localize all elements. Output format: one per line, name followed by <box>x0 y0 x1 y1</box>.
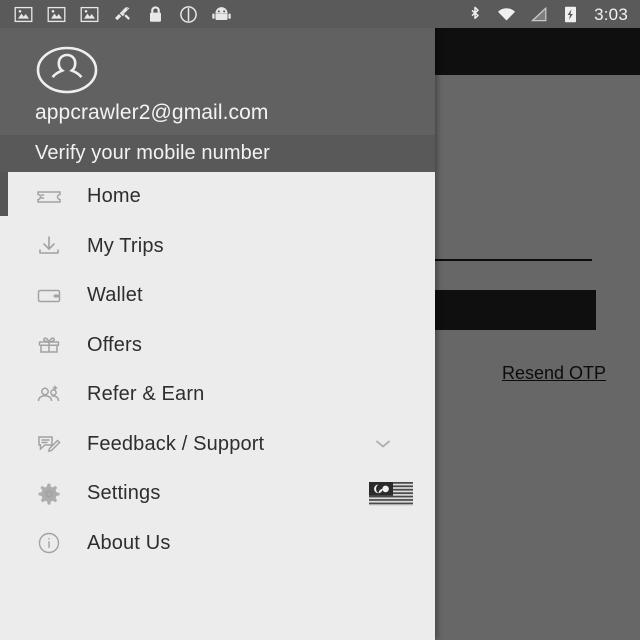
malaysia-flag-icon[interactable] <box>369 481 413 506</box>
sidebar-item-my-trips[interactable]: My Trips <box>0 222 435 272</box>
lock-icon <box>146 5 165 24</box>
sidebar-item-offers[interactable]: Offers <box>0 321 435 371</box>
bluetooth-icon <box>465 5 484 24</box>
sidebar-item-feedback-support[interactable]: Feedback / Support <box>0 420 435 470</box>
sidebar-item-label: Home <box>87 185 141 208</box>
android-screen: lidate OTP. Resend OTP ng time appcrawle… <box>0 0 640 640</box>
sidebar-item-label: About Us <box>87 531 171 554</box>
gift-icon <box>34 330 64 360</box>
sidebar-item-refer-and-earn[interactable]: Refer & Earn <box>0 370 435 420</box>
wifi-icon <box>497 5 516 24</box>
sidebar-item-label: Offers <box>87 333 142 356</box>
status-bar-clock: 3:03 <box>594 4 628 24</box>
sidebar-item-label: Settings <box>87 482 161 505</box>
status-bar-left-icons <box>0 5 465 24</box>
sidebar-item-wallet[interactable]: Wallet <box>0 271 435 321</box>
screenshot-icon <box>80 5 99 24</box>
sidebar-item-label: Wallet <box>87 284 143 307</box>
account-email-label: appcrawler2@gmail.com <box>35 101 269 124</box>
screenshot-icon <box>14 5 33 24</box>
gear-icon <box>34 479 64 509</box>
android-robot-icon <box>212 5 231 24</box>
sidebar-item-label: Refer & Earn <box>87 383 205 406</box>
sidebar-item-label: Feedback / Support <box>87 432 265 455</box>
battery-charging-icon <box>561 5 580 24</box>
download-icon <box>34 231 64 261</box>
no-signal-icon <box>529 5 548 24</box>
info-icon <box>34 528 64 558</box>
do-not-disturb-icon <box>179 5 198 24</box>
status-bar: 3:03 <box>0 0 640 28</box>
gps-satellite-icon <box>113 5 132 24</box>
sidebar-item-settings[interactable]: Settings <box>0 469 435 519</box>
drawer-scrollbar-thumb[interactable] <box>0 172 8 216</box>
ticket-icon <box>34 182 64 212</box>
sidebar-item-home[interactable]: Home <box>0 172 435 222</box>
status-bar-right-icons: 3:03 <box>465 5 640 24</box>
verify-mobile-number-row[interactable]: Verify your mobile number <box>0 135 435 172</box>
people-icon <box>34 380 64 410</box>
chevron-down-icon[interactable] <box>373 434 393 454</box>
navigation-drawer: appcrawler2@gmail.com Verify your mobile… <box>0 0 435 640</box>
wallet-icon <box>34 281 64 311</box>
verify-mobile-number-label: Verify your mobile number <box>35 142 270 164</box>
sidebar-item-about-us[interactable]: About Us <box>0 519 435 569</box>
feedback-icon <box>34 429 64 459</box>
screenshot-icon <box>47 5 66 24</box>
sidebar-item-label: My Trips <box>87 234 164 257</box>
account-avatar-icon <box>36 44 98 96</box>
drawer-menu-list: Home My Trips Wallet Offers Refer & Earn… <box>0 172 435 640</box>
